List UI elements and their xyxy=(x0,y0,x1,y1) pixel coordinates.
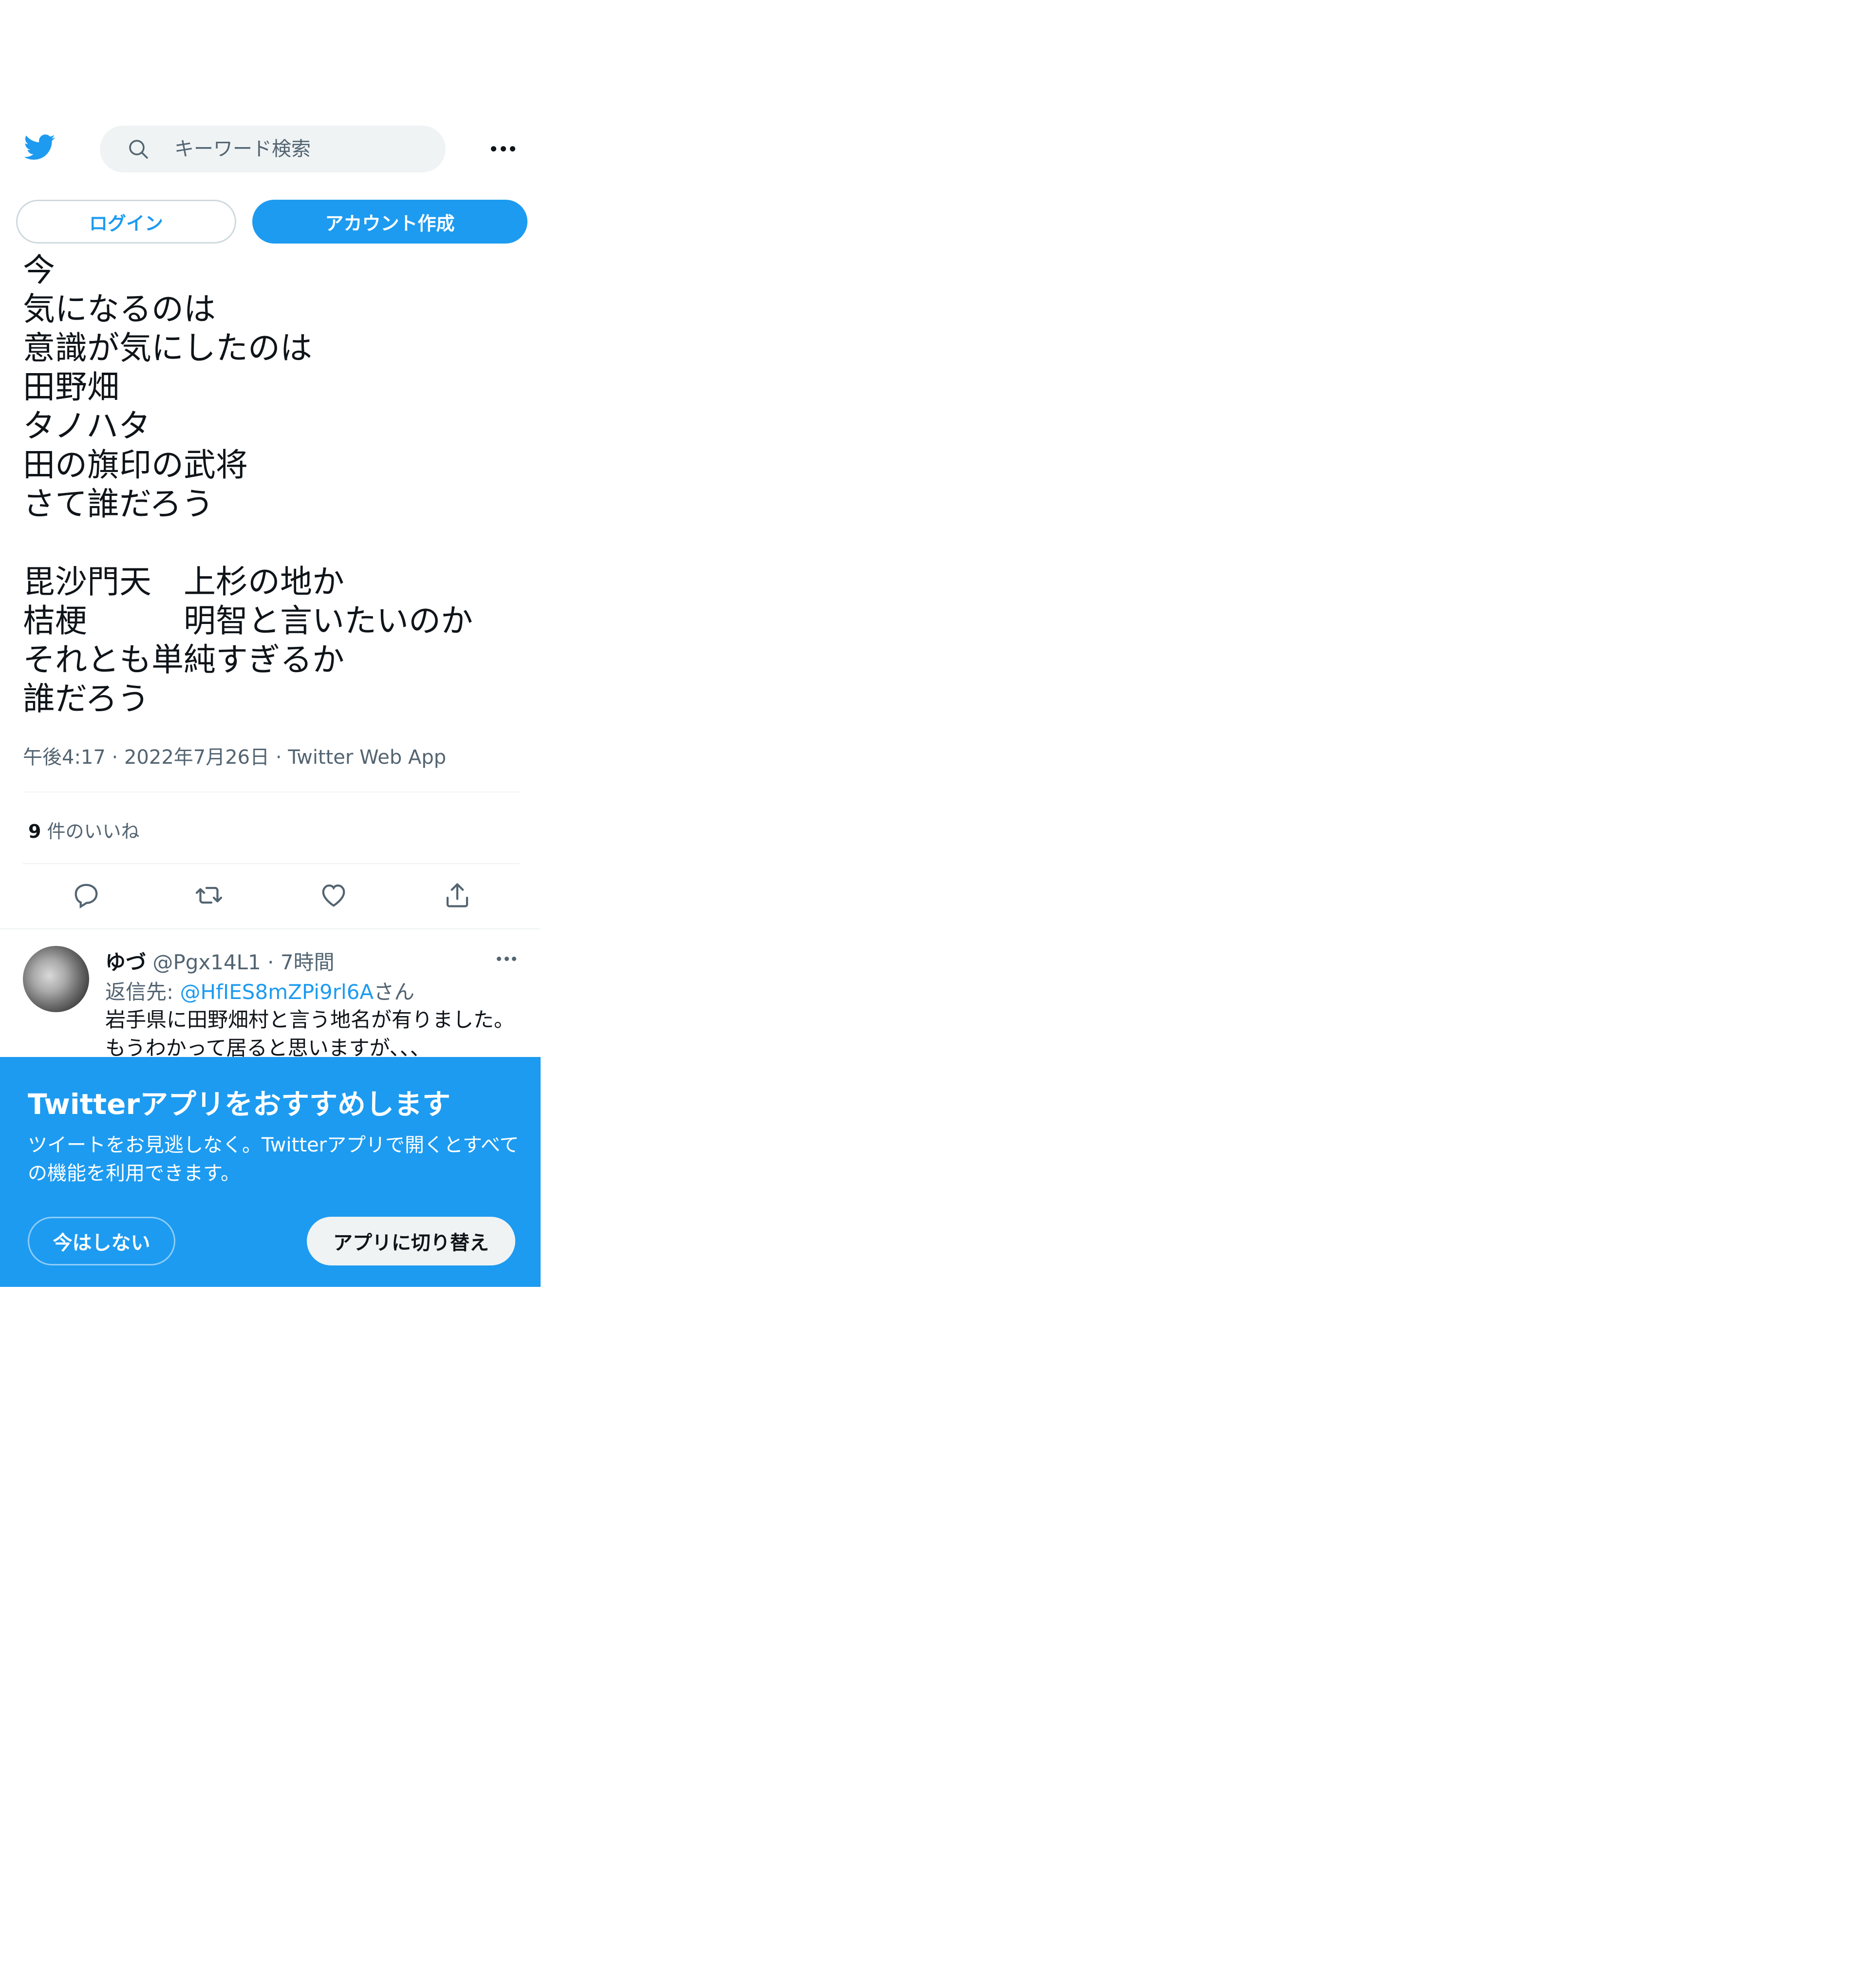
divider xyxy=(0,928,541,929)
reply-to-prefix: 返信先: xyxy=(105,980,180,1004)
tweet-time[interactable]: 午後4:17 xyxy=(23,746,106,769)
app-promo-title: Twitterアプリをおすすめします xyxy=(28,1088,451,1121)
divider xyxy=(23,863,520,864)
reply-more-icon[interactable] xyxy=(497,955,516,962)
more-horizontal-icon[interactable] xyxy=(491,141,515,156)
reply-icon[interactable] xyxy=(72,881,101,910)
tweet-line: 気になるのは xyxy=(23,290,216,328)
reply-author-name[interactable]: ゆづ xyxy=(105,950,146,974)
tweet-source[interactable]: Twitter Web App xyxy=(288,746,446,769)
not-now-button[interactable]: 今はしない xyxy=(28,1217,175,1265)
login-button[interactable]: ログイン xyxy=(16,200,236,244)
reply-time[interactable]: 7時間 xyxy=(281,950,335,974)
tweet-actions xyxy=(23,881,520,912)
likes-count[interactable]: 9 件のいいね xyxy=(28,816,140,843)
likes-number: 9 xyxy=(28,821,41,842)
page: ログイン アカウント作成 今 気になるのは 意識が気にしたのは 田野畑 タノハタ… xyxy=(0,0,1876,1980)
tweet-line: 田野畑 xyxy=(23,368,119,406)
app-promo-banner: Twitterアプリをおすすめします ツイートをお見逃しなく。Twitterアプ… xyxy=(0,1057,541,1287)
twitter-bird-icon[interactable] xyxy=(22,132,58,163)
reply-to-suffix: さん xyxy=(374,980,415,1004)
reply-author-handle[interactable]: @Pgx14L1 xyxy=(152,950,261,974)
tweet-text: 今 気になるのは 意識が気にしたのは 田野畑 タノハタ 田の旗印の武将 さて誰だ… xyxy=(23,251,529,718)
app-promo-body: ツイートをお見逃しなく。Twitterアプリで開くとすべての機能を利用できます。 xyxy=(28,1134,519,1185)
tweet-column: ログイン アカウント作成 今 気になるのは 意識が気にしたのは 田野畑 タノハタ… xyxy=(0,0,541,1293)
search-icon xyxy=(129,140,148,159)
tweet-line: さて誰だろう xyxy=(23,485,214,523)
likes-label: 件のいいね xyxy=(47,821,140,842)
avatar[interactable] xyxy=(23,946,89,1012)
search-box[interactable] xyxy=(100,126,446,172)
tweet-meta: 午後4:17 · 2022年7月26日 · Twitter Web App xyxy=(23,746,447,769)
retweet-icon[interactable] xyxy=(194,881,224,910)
tweet-line: 桔梗 明智と言いたいのか xyxy=(23,602,473,640)
reply-to: 返信先: @HfIES8mZPi9rl6Aさん xyxy=(105,976,414,1005)
tweet-line: タノハタ xyxy=(23,407,151,445)
tweet-line: それとも単純すぎるか xyxy=(23,641,344,679)
share-icon[interactable] xyxy=(443,881,472,910)
reply-text: 岩手県に田野畑村と言う地名が有りました。 もうわかって居ると思いますが、、、 xyxy=(105,1006,514,1062)
reply-to-mention[interactable]: @HfIES8mZPi9rl6A xyxy=(180,980,374,1004)
tweet-line: 田の旗印の武将 xyxy=(23,446,248,484)
switch-to-app-button[interactable]: アプリに切り替え xyxy=(307,1217,515,1265)
signup-button[interactable]: アカウント作成 xyxy=(252,200,527,244)
tweet-line: 意識が気にしたのは xyxy=(23,329,312,367)
tweet-line: 毘沙門天 上杉の地か xyxy=(23,563,344,601)
tweet-line: 誰だろう xyxy=(23,680,150,717)
tweet-line: 今 xyxy=(23,251,55,289)
tweet-date[interactable]: 2022年7月26日 xyxy=(124,746,269,769)
reply-text-line: 岩手県に田野畑村と言う地名が有りました。 xyxy=(105,1008,515,1032)
search-input[interactable] xyxy=(173,137,409,161)
reply-header: ゆづ @Pgx14L1 · 7時間 xyxy=(105,950,335,974)
like-icon[interactable] xyxy=(319,881,348,910)
